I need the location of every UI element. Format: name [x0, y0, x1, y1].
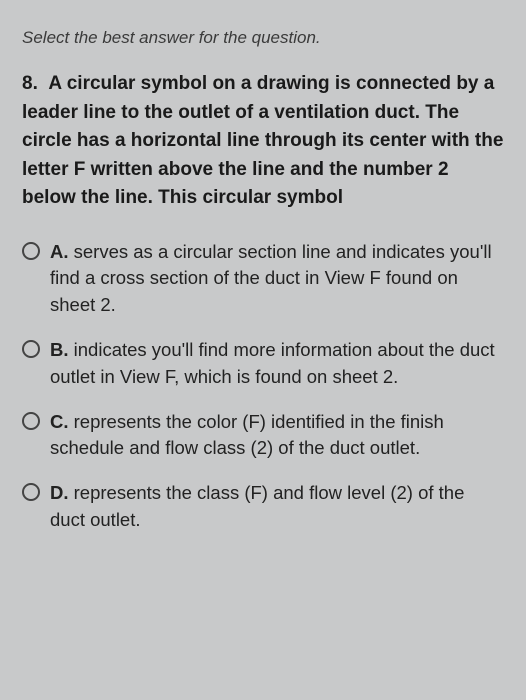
question-stem: A circular symbol on a drawing is connec…: [22, 73, 503, 208]
option-c-letter: C.: [50, 411, 69, 432]
option-a[interactable]: A. serves as a circular section line and…: [22, 239, 504, 319]
option-b-body: indicates you'll find more information a…: [50, 339, 495, 387]
options-list: A. serves as a circular section line and…: [22, 239, 504, 534]
option-c-text: C. represents the color (F) identified i…: [50, 409, 504, 463]
option-a-text: A. serves as a circular section line and…: [50, 239, 504, 319]
option-d-text: D. represents the class (F) and flow lev…: [50, 480, 504, 534]
question-number: 8.: [22, 73, 38, 94]
option-a-body: serves as a circular section line and in…: [50, 241, 492, 316]
option-b-letter: B.: [50, 339, 69, 360]
option-b-text: B. indicates you'll find more informatio…: [50, 337, 504, 391]
radio-b[interactable]: [22, 340, 40, 358]
option-d-body: represents the class (F) and flow level …: [50, 482, 464, 530]
option-d-letter: D.: [50, 482, 69, 503]
option-b[interactable]: B. indicates you'll find more informatio…: [22, 337, 504, 391]
option-c-body: represents the color (F) identified in t…: [50, 411, 444, 459]
radio-d[interactable]: [22, 483, 40, 501]
option-a-letter: A.: [50, 241, 69, 262]
question-block: 8. A circular symbol on a drawing is con…: [22, 70, 504, 213]
radio-a[interactable]: [22, 242, 40, 260]
question-text: 8. A circular symbol on a drawing is con…: [22, 70, 504, 213]
option-d[interactable]: D. represents the class (F) and flow lev…: [22, 480, 504, 534]
option-c[interactable]: C. represents the color (F) identified i…: [22, 409, 504, 463]
radio-c[interactable]: [22, 412, 40, 430]
instruction-text: Select the best answer for the question.: [22, 28, 504, 48]
